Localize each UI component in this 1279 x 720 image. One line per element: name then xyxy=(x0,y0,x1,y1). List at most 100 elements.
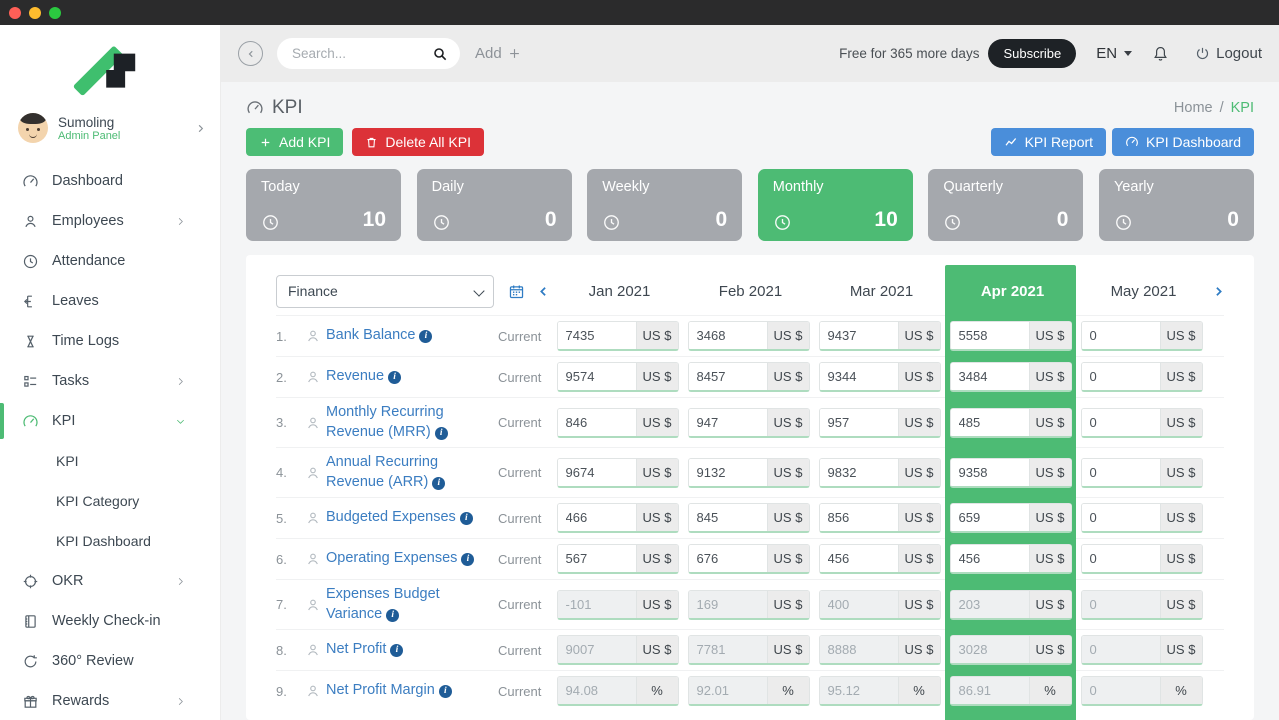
category-select[interactable]: Finance xyxy=(276,274,494,308)
sidebar-subitem-kpi-category[interactable]: KPI Category xyxy=(0,481,220,521)
info-icon[interactable]: i xyxy=(390,644,404,658)
kpi-value-input[interactable] xyxy=(688,408,767,436)
info-icon[interactable]: i xyxy=(461,553,475,567)
info-icon[interactable]: i xyxy=(419,330,433,344)
calendar-icon[interactable] xyxy=(508,283,525,300)
assignee-person-icon[interactable] xyxy=(300,551,326,567)
kpi-value-input[interactable] xyxy=(688,363,767,390)
kpi-value-input[interactable] xyxy=(1081,322,1160,349)
kpi-name-link[interactable]: Annual Recurring Revenue (ARR) i xyxy=(326,453,498,491)
sidebar-subitem-kpi[interactable]: KPI xyxy=(0,441,220,481)
kpi-name-link[interactable]: Operating Expenses i xyxy=(326,549,498,568)
unit-suffix: US $ xyxy=(897,458,940,486)
sidebar-item-attendance[interactable]: Attendance xyxy=(0,241,220,281)
kpi-value-input[interactable] xyxy=(1081,545,1160,572)
zoom-window-button[interactable] xyxy=(49,6,61,19)
kpi-value-input[interactable] xyxy=(950,322,1029,349)
kpi-value-input[interactable] xyxy=(950,545,1029,572)
kpi-name-link[interactable]: Budgeted Expenses i xyxy=(326,508,498,527)
info-icon[interactable]: i xyxy=(438,685,452,699)
kpi-name-link[interactable]: Monthly Recurring Revenue (MRR) i xyxy=(326,403,498,441)
value-cell-month-2: US $ xyxy=(814,635,945,665)
search-input[interactable] xyxy=(292,46,432,61)
kpi-name-link[interactable]: Bank Balance i xyxy=(326,326,498,345)
assignee-person-icon[interactable] xyxy=(300,683,326,699)
kpi-value-input[interactable] xyxy=(557,322,636,349)
kpi-name-link[interactable]: Net Profit Margin i xyxy=(326,681,498,700)
sidebar-item-weekly-check-in[interactable]: Weekly Check-in xyxy=(0,601,220,641)
subscribe-button[interactable]: Subscribe xyxy=(988,39,1077,68)
kpi-value-input[interactable] xyxy=(557,458,636,486)
sidebar-item-leaves[interactable]: Leaves xyxy=(0,281,220,321)
kpi-value-input[interactable] xyxy=(950,504,1029,531)
kpi-dashboard-button[interactable]: KPI Dashboard xyxy=(1112,128,1254,156)
close-window-button[interactable] xyxy=(9,6,21,19)
kpi-value-input[interactable] xyxy=(1081,363,1160,390)
search-bar[interactable] xyxy=(277,38,460,69)
kpi-value-input[interactable] xyxy=(819,363,898,390)
sidebar-item-dashboard[interactable]: Dashboard xyxy=(0,161,220,201)
kpi-value-input[interactable] xyxy=(688,458,767,486)
kpi-name-link[interactable]: Net Profit i xyxy=(326,640,498,659)
breadcrumb-home[interactable]: Home xyxy=(1174,100,1213,116)
notifications-bell-icon[interactable] xyxy=(1152,45,1169,62)
collapse-sidebar-button[interactable] xyxy=(238,41,263,66)
sidebar-item-okr[interactable]: OKR xyxy=(0,561,220,601)
sidebar-item-tasks[interactable]: Tasks xyxy=(0,361,220,401)
info-icon[interactable]: i xyxy=(434,426,448,440)
next-month-chevron[interactable] xyxy=(1212,285,1225,298)
assignee-person-icon[interactable] xyxy=(300,415,326,431)
unit-suffix: % xyxy=(635,677,678,704)
sidebar-item-rewards[interactable]: Rewards xyxy=(0,681,220,720)
assignee-person-icon[interactable] xyxy=(300,510,326,526)
sidebar-subitem-kpi-dashboard[interactable]: KPI Dashboard xyxy=(0,521,220,561)
kpi-value-input[interactable] xyxy=(950,458,1029,486)
previous-month-chevron[interactable] xyxy=(537,285,550,298)
sidebar-item-time-logs[interactable]: Time Logs xyxy=(0,321,220,361)
unit-suffix: US $ xyxy=(1159,636,1202,663)
kpi-value-input[interactable] xyxy=(1081,504,1160,531)
assignee-person-icon[interactable] xyxy=(300,597,326,613)
quick-add-button[interactable]: Add xyxy=(475,45,522,62)
logout-button[interactable]: Logout xyxy=(1195,45,1262,62)
user-profile[interactable]: Sumoling Admin Panel xyxy=(0,105,220,157)
assignee-person-icon[interactable] xyxy=(300,465,326,481)
kpi-value-input[interactable] xyxy=(950,408,1029,436)
kpi-value-input[interactable] xyxy=(688,504,767,531)
kpi-value-input[interactable] xyxy=(950,363,1029,390)
value-input-group: US $ xyxy=(556,503,679,533)
kpi-value-input[interactable] xyxy=(688,545,767,572)
delete-all-kpi-button[interactable]: Delete All KPI xyxy=(352,128,484,156)
unit-suffix: US $ xyxy=(897,590,940,618)
kpi-report-button[interactable]: KPI Report xyxy=(990,128,1107,156)
assignee-person-icon[interactable] xyxy=(300,642,326,658)
add-kpi-button[interactable]: Add KPI xyxy=(246,128,344,156)
kpi-value-input[interactable] xyxy=(819,545,898,572)
kpi-value-input[interactable] xyxy=(819,504,898,531)
kpi-name-link[interactable]: Expenses Budget Variance i xyxy=(326,585,498,623)
sidebar-item-employees[interactable]: Employees xyxy=(0,201,220,241)
language-selector[interactable]: EN xyxy=(1096,45,1133,62)
assignee-person-icon[interactable] xyxy=(300,328,326,344)
kpi-value-input[interactable] xyxy=(819,322,898,349)
kpi-value-input[interactable] xyxy=(557,408,636,436)
kpi-value-input[interactable] xyxy=(557,363,636,390)
kpi-value-input[interactable] xyxy=(819,408,898,436)
sidebar-item-kpi[interactable]: KPI xyxy=(0,401,220,441)
info-icon[interactable]: i xyxy=(386,608,400,622)
kpi-value-input[interactable] xyxy=(557,504,636,531)
kpi-value-input[interactable] xyxy=(1081,458,1160,486)
minimize-window-button[interactable] xyxy=(29,6,41,19)
kpi-name-link[interactable]: Revenue i xyxy=(326,367,498,386)
sidebar-item-360-review[interactable]: 360° Review xyxy=(0,641,220,681)
info-icon[interactable]: i xyxy=(432,476,446,490)
kpi-value-input[interactable] xyxy=(819,458,898,486)
search-icon[interactable] xyxy=(432,46,448,62)
assignee-person-icon[interactable] xyxy=(300,369,326,385)
kpi-value-input[interactable] xyxy=(557,545,636,572)
info-icon[interactable]: i xyxy=(388,371,402,385)
stat-label: Yearly xyxy=(1113,179,1154,195)
kpi-value-input[interactable] xyxy=(688,322,767,349)
info-icon[interactable]: i xyxy=(459,512,473,526)
kpi-value-input[interactable] xyxy=(1081,408,1160,436)
